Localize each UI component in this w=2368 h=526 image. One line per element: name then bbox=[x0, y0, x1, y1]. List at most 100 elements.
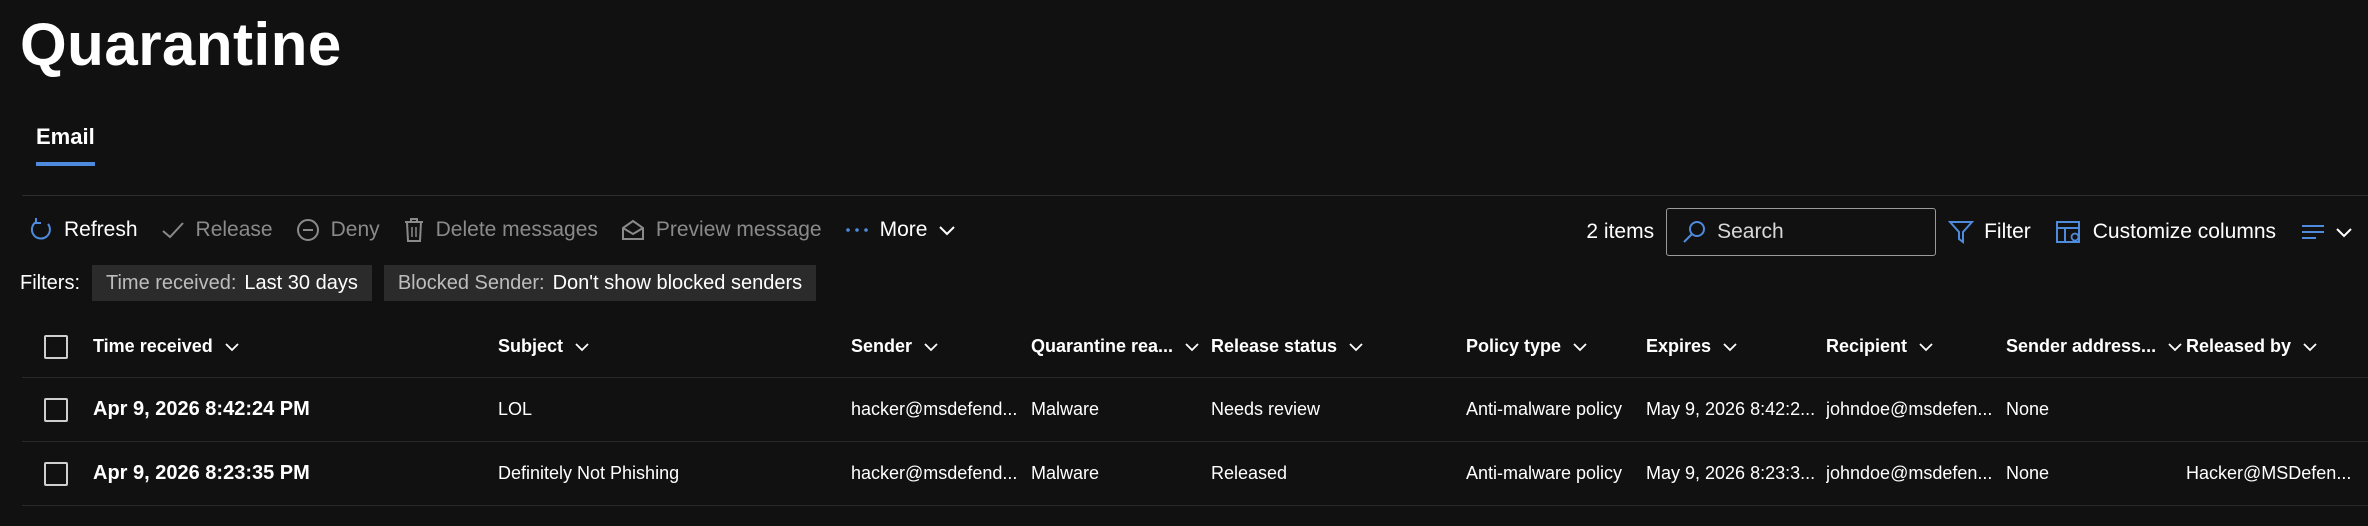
more-label: More bbox=[879, 218, 928, 241]
refresh-label: Refresh bbox=[64, 218, 138, 241]
column-header-release-status[interactable]: Release status bbox=[1211, 316, 1365, 377]
refresh-button[interactable]: Refresh bbox=[28, 217, 138, 243]
cell-subject: LOL bbox=[498, 399, 533, 419]
filter-chip-value: Don't show blocked senders bbox=[552, 271, 803, 294]
cell-policy-type: Anti-malware policy bbox=[1466, 463, 1623, 483]
chevron-down-icon bbox=[1185, 342, 1199, 351]
column-header-label: Subject bbox=[498, 336, 564, 356]
filter-button[interactable]: Filter bbox=[1948, 219, 2031, 245]
column-header-expires[interactable]: Expires bbox=[1646, 316, 1739, 377]
cell-sender-address: None bbox=[2006, 399, 2050, 419]
filter-icon bbox=[1948, 221, 1975, 244]
row-checkbox[interactable] bbox=[44, 461, 68, 486]
checkmark-icon bbox=[161, 222, 184, 239]
release-button[interactable]: Release bbox=[160, 217, 273, 243]
column-header-label: Time received bbox=[93, 336, 213, 356]
view-options-button[interactable] bbox=[2300, 219, 2354, 245]
column-header-label: Quarantine rea... bbox=[1031, 336, 1174, 356]
column-header-label: Recipient bbox=[1826, 336, 1908, 356]
column-header-sender-address[interactable]: Sender address... bbox=[2006, 316, 2184, 377]
filter-chip-key: Blocked Sender: bbox=[397, 271, 545, 294]
table-row[interactable]: Apr 9, 2026 8:42:24 PM LOL hacker@msdefe… bbox=[22, 378, 2368, 442]
chevron-down-icon bbox=[924, 342, 938, 351]
chevron-down-icon bbox=[939, 226, 956, 236]
preview-message-label: Preview message bbox=[655, 218, 822, 241]
customize-columns-button[interactable]: Customize columns bbox=[2055, 219, 2276, 245]
cell-released-by: Hacker@MSDefen... bbox=[2186, 463, 2352, 483]
column-header-label: Sender bbox=[851, 336, 913, 356]
chevron-down-icon bbox=[2336, 228, 2352, 238]
delete-messages-button[interactable]: Delete messages bbox=[402, 217, 598, 243]
cell-sender: hacker@msdefend... bbox=[851, 399, 1018, 419]
row-checkbox[interactable] bbox=[44, 397, 68, 422]
column-header-label: Sender address... bbox=[2006, 336, 2157, 356]
cell-policy-type: Anti-malware policy bbox=[1466, 399, 1623, 419]
chevron-down-icon bbox=[1349, 342, 1363, 351]
column-header-label: Release status bbox=[1211, 336, 1338, 356]
envelope-open-icon bbox=[621, 219, 644, 240]
cell-time-received: Apr 9, 2026 8:42:24 PM bbox=[93, 398, 310, 420]
ellipsis-icon bbox=[845, 228, 868, 232]
column-header-time-received[interactable]: Time received bbox=[93, 316, 241, 377]
tab-bar: Email bbox=[36, 124, 95, 166]
cell-recipient: johndoe@msdefen... bbox=[1826, 463, 1993, 483]
column-header-sender[interactable]: Sender bbox=[851, 316, 940, 377]
release-label: Release bbox=[195, 218, 273, 241]
chevron-down-icon bbox=[1919, 342, 1933, 351]
cell-sender-address: None bbox=[2006, 463, 2050, 483]
filters-bar: Filters: Time received: Last 30 days Blo… bbox=[20, 265, 828, 301]
filter-chip-value: Last 30 days bbox=[244, 271, 358, 294]
cell-expires: May 9, 2026 8:42:2... bbox=[1646, 399, 1816, 419]
column-header-quarantine-reason[interactable]: Quarantine rea... bbox=[1031, 316, 1201, 377]
search-box[interactable] bbox=[1666, 208, 1937, 256]
cell-subject: Definitely Not Phishing bbox=[498, 463, 680, 483]
row-select-cell bbox=[44, 442, 68, 505]
select-all-checkbox[interactable] bbox=[44, 334, 68, 359]
row-select-cell bbox=[44, 378, 68, 441]
delete-messages-label: Delete messages bbox=[435, 218, 598, 241]
column-header-subject[interactable]: Subject bbox=[498, 316, 591, 377]
filters-label: Filters: bbox=[20, 271, 80, 294]
cell-release-status: Released bbox=[1211, 463, 1288, 483]
filter-chip-key: Time received: bbox=[106, 271, 237, 294]
chevron-down-icon bbox=[225, 342, 239, 351]
cell-expires: May 9, 2026 8:23:3... bbox=[1646, 463, 1816, 483]
tab-email[interactable]: Email bbox=[36, 124, 95, 166]
quarantine-table: Time received Subject Sender Quarantine … bbox=[22, 316, 2368, 506]
chevron-down-icon bbox=[1573, 342, 1587, 351]
column-header-label: Released by bbox=[2186, 336, 2292, 356]
chevron-down-icon bbox=[2303, 342, 2317, 351]
table-row[interactable]: Apr 9, 2026 8:23:35 PM Definitely Not Ph… bbox=[22, 442, 2368, 506]
chevron-down-icon bbox=[575, 342, 589, 351]
customize-columns-label: Customize columns bbox=[2092, 220, 2276, 243]
column-header-policy-type[interactable]: Policy type bbox=[1466, 316, 1589, 377]
refresh-icon bbox=[30, 218, 51, 240]
filter-chip-blocked-sender[interactable]: Blocked Sender: Don't show blocked sende… bbox=[383, 265, 817, 301]
cell-recipient: johndoe@msdefen... bbox=[1826, 399, 1993, 419]
filter-label: Filter bbox=[1984, 220, 2031, 243]
cell-quarantine-reason: Malware bbox=[1031, 463, 1100, 483]
deny-button[interactable]: Deny bbox=[295, 217, 380, 243]
table-header-row: Time received Subject Sender Quarantine … bbox=[22, 316, 2368, 378]
divider bbox=[22, 195, 2368, 196]
command-bar-right: 2 items Filter Customize columns bbox=[1586, 208, 2368, 256]
more-button[interactable]: More bbox=[844, 217, 958, 243]
chevron-down-icon bbox=[1723, 342, 1737, 351]
filter-chip-time-received[interactable]: Time received: Last 30 days bbox=[92, 265, 372, 301]
cell-quarantine-reason: Malware bbox=[1031, 399, 1100, 419]
column-header-label: Policy type bbox=[1466, 336, 1562, 356]
cell-release-status: Needs review bbox=[1211, 399, 1321, 419]
command-bar: Refresh Release Deny Delete messages Pre… bbox=[28, 210, 979, 250]
columns-settings-icon bbox=[2055, 221, 2080, 243]
search-input[interactable] bbox=[1717, 220, 1918, 244]
list-icon bbox=[2302, 225, 2324, 239]
chevron-down-icon bbox=[2168, 342, 2182, 351]
cell-sender: hacker@msdefend... bbox=[851, 463, 1018, 483]
items-count: 2 items bbox=[1586, 220, 1655, 243]
column-header-released-by[interactable]: Released by bbox=[2186, 316, 2319, 377]
trash-icon bbox=[404, 218, 423, 242]
preview-message-button[interactable]: Preview message bbox=[620, 217, 822, 243]
column-header-recipient[interactable]: Recipient bbox=[1826, 316, 1935, 377]
cell-time-received: Apr 9, 2026 8:23:35 PM bbox=[93, 462, 310, 484]
page-title: Quarantine bbox=[20, 11, 342, 78]
